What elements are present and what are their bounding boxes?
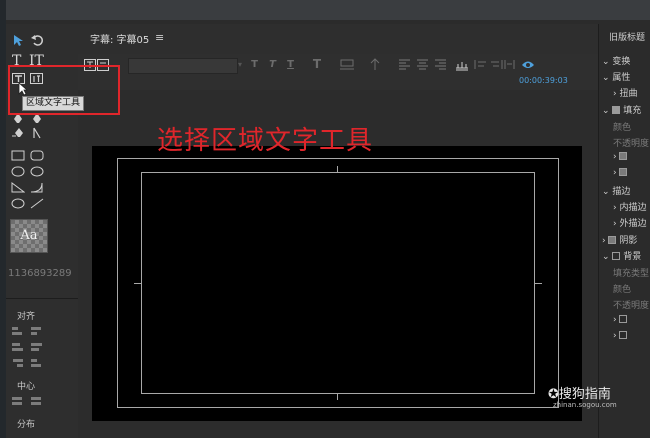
underline-button[interactable]: T <box>284 58 297 71</box>
kerning-icon[interactable] <box>339 58 355 71</box>
align-center-h-icon[interactable] <box>11 342 24 353</box>
area-type-tooltip: 区域文字工具 <box>22 96 85 111</box>
transform-section[interactable]: ⌄ 变换 <box>602 54 630 67</box>
window-top-bar <box>0 0 650 20</box>
align-right-icon[interactable] <box>11 358 24 369</box>
selection-tool-icon[interactable] <box>13 34 24 47</box>
justify-right-icon[interactable] <box>490 58 503 71</box>
shadow-section[interactable]: › 阴影 <box>602 233 637 246</box>
properties-section[interactable]: ⌄ 属性 <box>602 70 630 83</box>
outer-strokes-label: 外描边 <box>619 219 647 229</box>
arc-tool-icon[interactable] <box>30 182 44 193</box>
timecode-display[interactable]: 00:00:39:03 <box>519 76 568 85</box>
bg-opacity-label: 不透明度 <box>613 301 650 311</box>
bg-sheen-row[interactable]: › <box>613 315 628 325</box>
justify-all-icon[interactable] <box>503 58 516 71</box>
leading-icon[interactable] <box>367 58 383 71</box>
style-sample-swatch[interactable]: Aa <box>10 219 48 253</box>
bg-texture-row[interactable]: › <box>613 331 628 341</box>
font-family-chevron-icon[interactable]: ▾ <box>238 58 244 72</box>
center-vertical-icon[interactable] <box>30 396 43 407</box>
align-center-v-icon[interactable] <box>30 342 43 353</box>
legacy-title-properties-panel: 旧版标题 ⌄ 变换 ⌄ 属性 › 扭曲 ⌄ 填充 颜色 不透明度 › › ⌄ 描… <box>598 24 650 438</box>
bold-button[interactable]: T <box>248 58 261 71</box>
rectangle-tool-icon[interactable] <box>11 150 25 161</box>
sogou-logo: ✪搜狗指南 <box>548 383 611 402</box>
properties-panel-title: 旧版标题 <box>609 33 646 43</box>
tools-divider <box>6 298 78 299</box>
inner-strokes-row[interactable]: › 内描边 <box>613 200 646 213</box>
align-bottom-icon[interactable] <box>30 358 43 369</box>
align-label: 对齐 <box>17 312 36 322</box>
distribute-label: 分布 <box>17 420 36 430</box>
panel-menu-icon[interactable]: ≡ <box>155 31 164 44</box>
center-label: 中心 <box>17 382 36 392</box>
texture-row[interactable]: › <box>613 168 628 178</box>
rounded-corner-tool-icon[interactable] <box>30 166 44 177</box>
font-family-dropdown[interactable] <box>128 58 238 74</box>
sheen-row[interactable]: › <box>613 152 628 162</box>
wedge-tool-icon[interactable] <box>11 182 25 193</box>
distort-label: 扭曲 <box>619 89 638 99</box>
convert-anchor-tool-icon[interactable] <box>32 127 42 139</box>
annotation-caption: 选择区域文字工具 <box>157 126 374 156</box>
inner-strokes-label: 内描边 <box>619 203 647 213</box>
center-mark-bottom <box>337 393 338 400</box>
line-tool-icon[interactable] <box>30 198 44 209</box>
delete-anchor-tool-icon[interactable] <box>12 127 24 139</box>
rotation-tool-icon[interactable] <box>31 34 44 47</box>
align-text-right-icon[interactable] <box>434 58 447 71</box>
center-mark-left <box>134 283 141 284</box>
justify-left-icon[interactable] <box>474 58 487 71</box>
align-text-left-icon[interactable] <box>398 58 411 71</box>
fill-type-label: 填充类型 <box>613 269 650 279</box>
fill-opacity-label: 不透明度 <box>613 139 650 149</box>
distort-row[interactable]: › 扭曲 <box>613 86 637 99</box>
watermark-url: zhinan.sogou.com <box>553 401 617 409</box>
fill-label: 填充 <box>623 106 642 116</box>
transform-label: 变换 <box>612 57 631 67</box>
center-horizontal-icon[interactable] <box>11 396 24 407</box>
italic-button[interactable]: T <box>266 58 279 71</box>
sogou-paw-icon: ✪ <box>548 387 559 402</box>
panel-title: 字幕: 字幕05 <box>90 35 150 46</box>
background-label: 背景 <box>623 252 642 262</box>
clipped-corner-tool-icon[interactable] <box>11 166 25 177</box>
bg-color-label: 颜色 <box>613 285 632 295</box>
align-top-icon[interactable] <box>30 326 43 337</box>
show-background-video-icon[interactable] <box>521 58 534 71</box>
center-mark-right <box>535 283 542 284</box>
shadow-label: 阴影 <box>619 236 638 246</box>
id-number-text: 1136893289 <box>8 268 72 279</box>
align-left-icon[interactable] <box>11 326 24 337</box>
font-size-icon[interactable]: T <box>309 58 325 71</box>
rounded-rectangle-tool-icon[interactable] <box>30 150 44 161</box>
align-text-center-icon[interactable] <box>416 58 429 71</box>
ellipse-tool-icon[interactable] <box>11 198 25 209</box>
fill-section[interactable]: ⌄ 填充 <box>602 103 641 116</box>
strokes-section[interactable]: ⌄ 描边 <box>602 184 630 197</box>
properties-label: 属性 <box>612 73 631 83</box>
watermark-brand: 搜狗指南 <box>558 387 611 402</box>
strokes-label: 描边 <box>612 187 631 197</box>
fill-color-label: 颜色 <box>613 123 632 133</box>
tab-marker-icon[interactable] <box>455 58 468 71</box>
background-section[interactable]: ⌄ 背景 <box>602 249 641 262</box>
center-mark-top <box>337 166 338 173</box>
style-sample-text: Aa <box>20 228 38 243</box>
outer-strokes-row[interactable]: › 外描边 <box>613 216 646 229</box>
title-safe-frame <box>141 172 535 394</box>
